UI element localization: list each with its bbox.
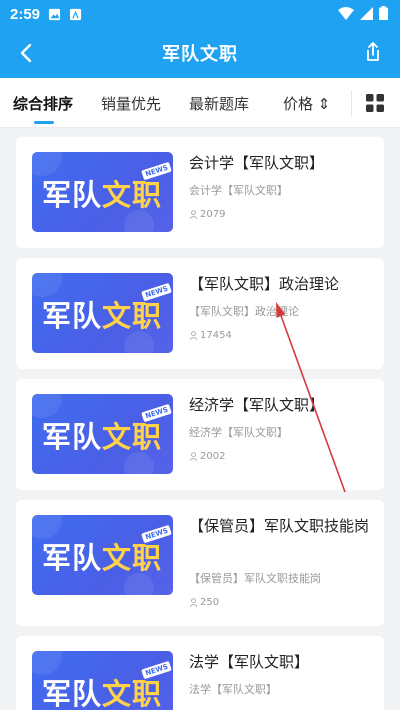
item-count: 2002 bbox=[189, 451, 225, 462]
item-subtitle: 法学【军队文职】 bbox=[189, 683, 277, 696]
list-item[interactable]: 军队文职 NEWS 会计学【军队文职】 会计学【军队文职】 2079 bbox=[16, 137, 384, 248]
item-count: 250 bbox=[189, 597, 219, 608]
user-icon bbox=[189, 210, 198, 219]
item-title: 会计学【军队文职】 bbox=[189, 154, 325, 172]
list-item[interactable]: 军队文职 NEWS 法学【军队文职】 法学【军队文职】 bbox=[16, 636, 384, 710]
item-subtitle: 经济学【军队文职】 bbox=[189, 426, 288, 439]
signal-icon bbox=[360, 6, 373, 20]
item-title: 法学【军队文职】 bbox=[189, 653, 310, 671]
item-subtitle: 会计学【军队文职】 bbox=[189, 184, 288, 197]
page-title: 军队文职 bbox=[162, 44, 238, 65]
product-thumbnail: 军队文职 NEWS bbox=[32, 515, 173, 595]
item-subtitle: 【保管员】军队文职技能岗 bbox=[189, 572, 321, 585]
item-title: 经济学【军队文职】 bbox=[189, 396, 325, 414]
back-arrow-icon[interactable] bbox=[14, 40, 40, 66]
sort-tab-bar: 综合排序 销量优先 最新题库 价格 ⇕ bbox=[0, 78, 400, 128]
tab-sales-first[interactable]: 销量优先 bbox=[101, 93, 161, 114]
user-icon bbox=[189, 452, 198, 461]
user-icon bbox=[189, 598, 198, 607]
tab-price[interactable]: 价格 ⇕ bbox=[283, 93, 330, 114]
wifi-icon bbox=[338, 6, 354, 20]
image-notification-icon bbox=[48, 8, 61, 20]
list-item[interactable]: 军队文职 NEWS 【保管员】军队文职技能岗 【保管员】军队文职技能岗 250 bbox=[16, 500, 384, 626]
list-item[interactable]: 军队文职 NEWS 经济学【军队文职】 经济学【军队文职】 2002 bbox=[16, 379, 384, 490]
nav-bar: 军队文职 bbox=[0, 28, 400, 78]
item-count: 2079 bbox=[189, 209, 225, 220]
item-title: 【保管员】军队文职技能岗 bbox=[189, 517, 370, 535]
active-tab-indicator bbox=[34, 121, 54, 124]
item-count: 17454 bbox=[189, 330, 232, 341]
app-notification-icon bbox=[69, 8, 82, 20]
tab-divider bbox=[351, 90, 352, 116]
product-thumbnail: 军队文职 NEWS bbox=[32, 651, 173, 710]
item-title: 【军队文职】政治理论 bbox=[189, 275, 340, 293]
product-thumbnail: 军队文职 NEWS bbox=[32, 152, 173, 232]
battery-icon bbox=[379, 6, 388, 20]
grid-view-icon[interactable] bbox=[364, 92, 386, 114]
user-icon bbox=[189, 331, 198, 340]
tab-comprehensive-sort[interactable]: 综合排序 bbox=[13, 93, 73, 114]
product-thumbnail: 军队文职 NEWS bbox=[32, 394, 173, 474]
status-bar: 2:59 bbox=[0, 0, 400, 28]
list-item[interactable]: 军队文职 NEWS 【军队文职】政治理论 【军队文职】政治理论 17454 bbox=[16, 258, 384, 369]
product-thumbnail: 军队文职 NEWS bbox=[32, 273, 173, 353]
tab-newest[interactable]: 最新题库 bbox=[189, 93, 249, 114]
status-time: 2:59 bbox=[10, 5, 41, 23]
top-bar: 2:59 军队文职 bbox=[0, 0, 400, 78]
share-icon[interactable] bbox=[360, 39, 386, 65]
item-subtitle: 【军队文职】政治理论 bbox=[189, 305, 299, 318]
